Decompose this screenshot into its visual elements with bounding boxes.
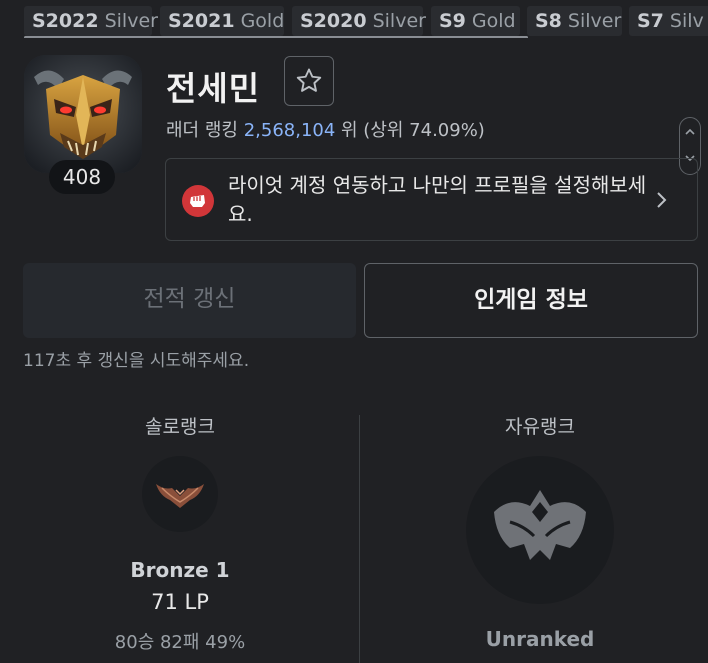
- favorite-button[interactable]: [284, 56, 334, 106]
- chevron-right-icon: [657, 192, 667, 208]
- season-tier: Gold: [240, 10, 285, 32]
- solo-rank-lp: 71 LP: [151, 590, 209, 614]
- star-outline-icon: [296, 68, 322, 92]
- fist-glyph: [190, 195, 205, 207]
- season-name: S2020: [300, 10, 367, 32]
- season-name: S8: [535, 10, 562, 32]
- season-history-bar: S2022 Silver S2021 Gold S2020 Silver S9 Gold…: [0, 0, 708, 38]
- solo-rank-record: 80승 82패 49%: [114, 632, 246, 653]
- summoner-level-badge: 408: [49, 160, 115, 194]
- summoner-name: 전세민: [166, 69, 261, 108]
- season-tier: Gold: [471, 10, 516, 32]
- flex-rank-title: 자유랭크: [505, 416, 575, 438]
- ladder-ranking: 래더 랭킹 2,568,104 위 (상위 74.09%): [166, 116, 485, 142]
- helmet-portrait-image: [24, 55, 142, 173]
- season-tag[interactable]: S2021 Gold: [160, 6, 284, 36]
- season-name: S2022: [32, 10, 99, 32]
- season-name: S2021: [168, 10, 235, 32]
- season-tier: Silver: [567, 10, 622, 32]
- ladder-label: 래더 랭킹: [166, 120, 244, 141]
- bronze-emblem-icon: [142, 456, 218, 532]
- season-tier: Silver: [372, 10, 426, 32]
- flex-rank-status: Unranked: [485, 627, 595, 651]
- update-record-button[interactable]: 전적 갱신: [23, 263, 356, 338]
- ladder-percentile: 위 (상위 74.09%): [335, 120, 485, 141]
- season-tier: Silver: [104, 10, 158, 32]
- season-tag[interactable]: S2022 Silver: [24, 6, 158, 36]
- solo-rank-tier: Bronze 1: [130, 558, 230, 582]
- unranked-shield-glyph: [494, 490, 586, 560]
- update-cooldown-text: 117초 후 갱신을 시도해주세요.: [23, 351, 250, 371]
- season-name: S7: [637, 10, 664, 32]
- season-tag[interactable]: S9 Gold: [431, 6, 520, 36]
- riot-link-text: 라이엇 계정 연동하고 나만의 프로필을 설정해보세요.: [228, 173, 647, 226]
- solo-rank-title: 솔로랭크: [145, 416, 215, 438]
- season-scroll-indicator[interactable]: [24, 36, 528, 38]
- ladder-rank-number: 2,568,104: [243, 120, 336, 141]
- ingame-info-button[interactable]: 인게임 정보: [364, 263, 698, 338]
- unranked-emblem-icon: [466, 456, 614, 604]
- profile-icon: [24, 55, 142, 173]
- bronze-wings-glyph: [156, 484, 204, 508]
- riot-fist-icon: [182, 185, 214, 217]
- season-name: S9: [439, 10, 466, 32]
- season-tag[interactable]: S8 Silver: [527, 6, 622, 36]
- season-tag[interactable]: S7 Silv: [629, 6, 708, 36]
- riot-account-link-banner[interactable]: 라이엇 계정 연동하고 나만의 프로필을 설정해보세요.: [165, 158, 698, 241]
- season-tag[interactable]: S2020 Silver: [292, 6, 426, 36]
- rank-divider: [359, 415, 360, 663]
- season-tier: Silv: [669, 10, 704, 32]
